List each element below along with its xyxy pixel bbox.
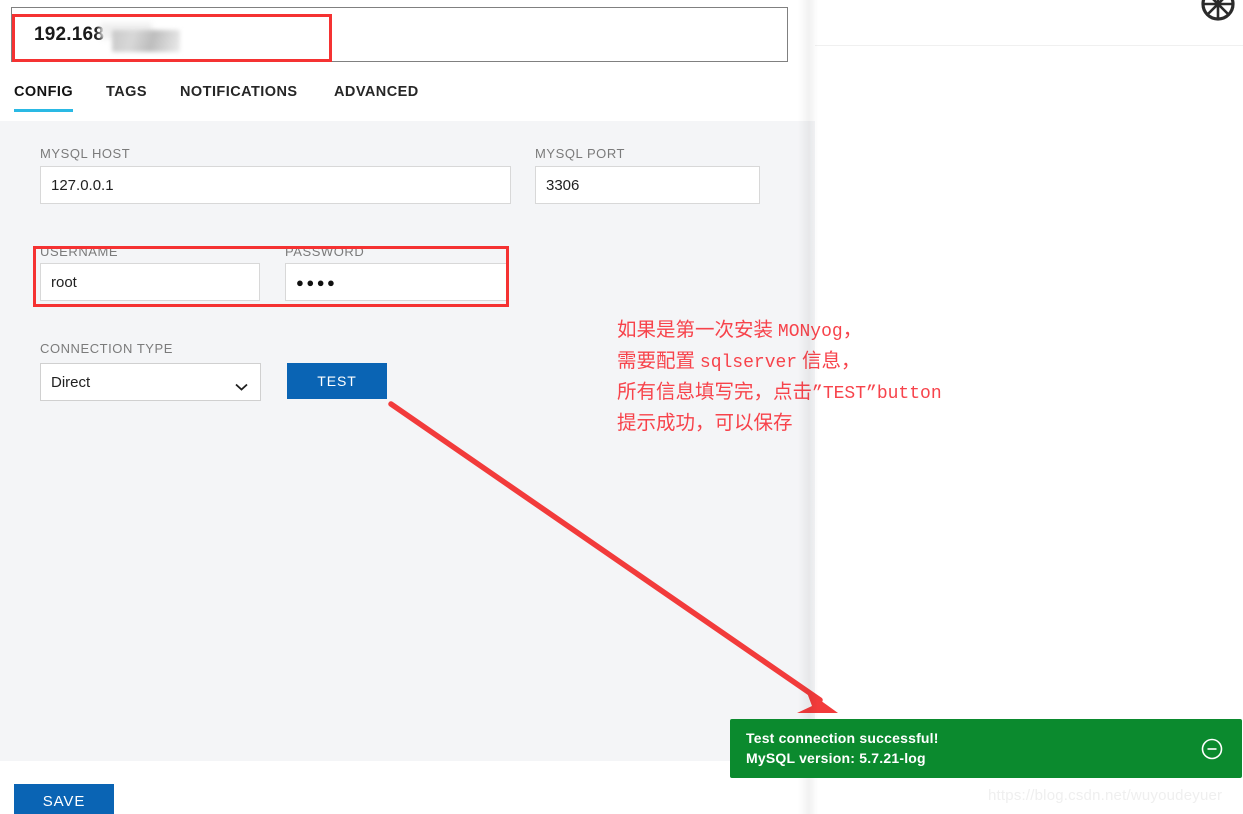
mysql-host-input[interactable] [40,166,511,204]
annotation-line-2-a: 需要配置 [617,351,700,372]
server-name-value: 192.168 [34,24,105,45]
annotation-line-1-c: ， [842,320,863,341]
username-input[interactable] [40,263,260,301]
tab-bar: CONFIG TAGS NOTIFICATIONS ADVANCED [0,84,815,117]
annotation-line-3: 所有信息填写完，点击”TEST”button [617,378,942,409]
annotation-text: 如果是第一次安装 MONyog， 需要配置 sqlserver 信息， 所有信息… [617,316,942,439]
backdrop-hairline [815,45,1243,46]
chevron-down-icon [235,378,248,391]
test-connection-button[interactable]: TEST [287,363,387,399]
annotation-line-2-b: sqlserver [699,353,798,373]
annotation-line-4: 提示成功，可以保存 [617,413,793,434]
annotation-line-2: 需要配置 sqlserver 信息， [617,347,942,378]
tab-advanced[interactable]: ADVANCED [334,84,419,109]
mysql-port-label: MYSQL PORT [535,146,626,161]
toast-line-2: MySQL version: 5.7.21-log [746,750,926,766]
server-name-field[interactable]: 192.168 [11,7,788,62]
tab-notifications[interactable]: NOTIFICATIONS [180,84,298,109]
annotation-line-1-a: 如果是第一次安装 [617,320,778,341]
password-input[interactable]: ●●●● [285,263,507,301]
annotation-line-3-a: 所有信息填写完，点击 [617,382,813,403]
connection-type-value: Direct [51,373,91,391]
tab-config[interactable]: CONFIG [14,84,74,112]
screenshot-root: 192.168 CONFIG TAGS NOTIFICATIONS ADVANC… [0,0,1243,814]
save-button[interactable]: SAVE [14,784,114,814]
browser-corner-logo-icon [1198,0,1238,24]
username-label: USERNAME [40,244,119,259]
annotation-line-2-c: 信息， [797,351,861,372]
connection-type-label: CONNECTION TYPE [40,341,173,356]
annotation-line-1-b: MONyog [777,322,843,342]
mysql-host-label: MYSQL HOST [40,146,131,161]
minus-circle-icon[interactable] [1200,737,1224,761]
connection-type-select[interactable]: Direct [40,363,261,401]
password-label: PASSWORD [285,244,365,259]
annotation-line-3-b: ”TEST”button [812,384,942,404]
mysql-port-input[interactable] [535,166,760,204]
toast-line-1: Test connection successful! [746,730,939,746]
server-name-redaction-blur [112,30,180,52]
config-form: MYSQL HOST MYSQL PORT USERNAME PASSWORD … [0,121,815,761]
tab-tags[interactable]: TAGS [106,84,147,109]
watermark: https://blog.csdn.net/wuyoudeyuer [988,787,1223,804]
annotation-line-1: 如果是第一次安装 MONyog， [617,316,942,347]
toast-notification: Test connection successful! MySQL versio… [730,719,1242,778]
